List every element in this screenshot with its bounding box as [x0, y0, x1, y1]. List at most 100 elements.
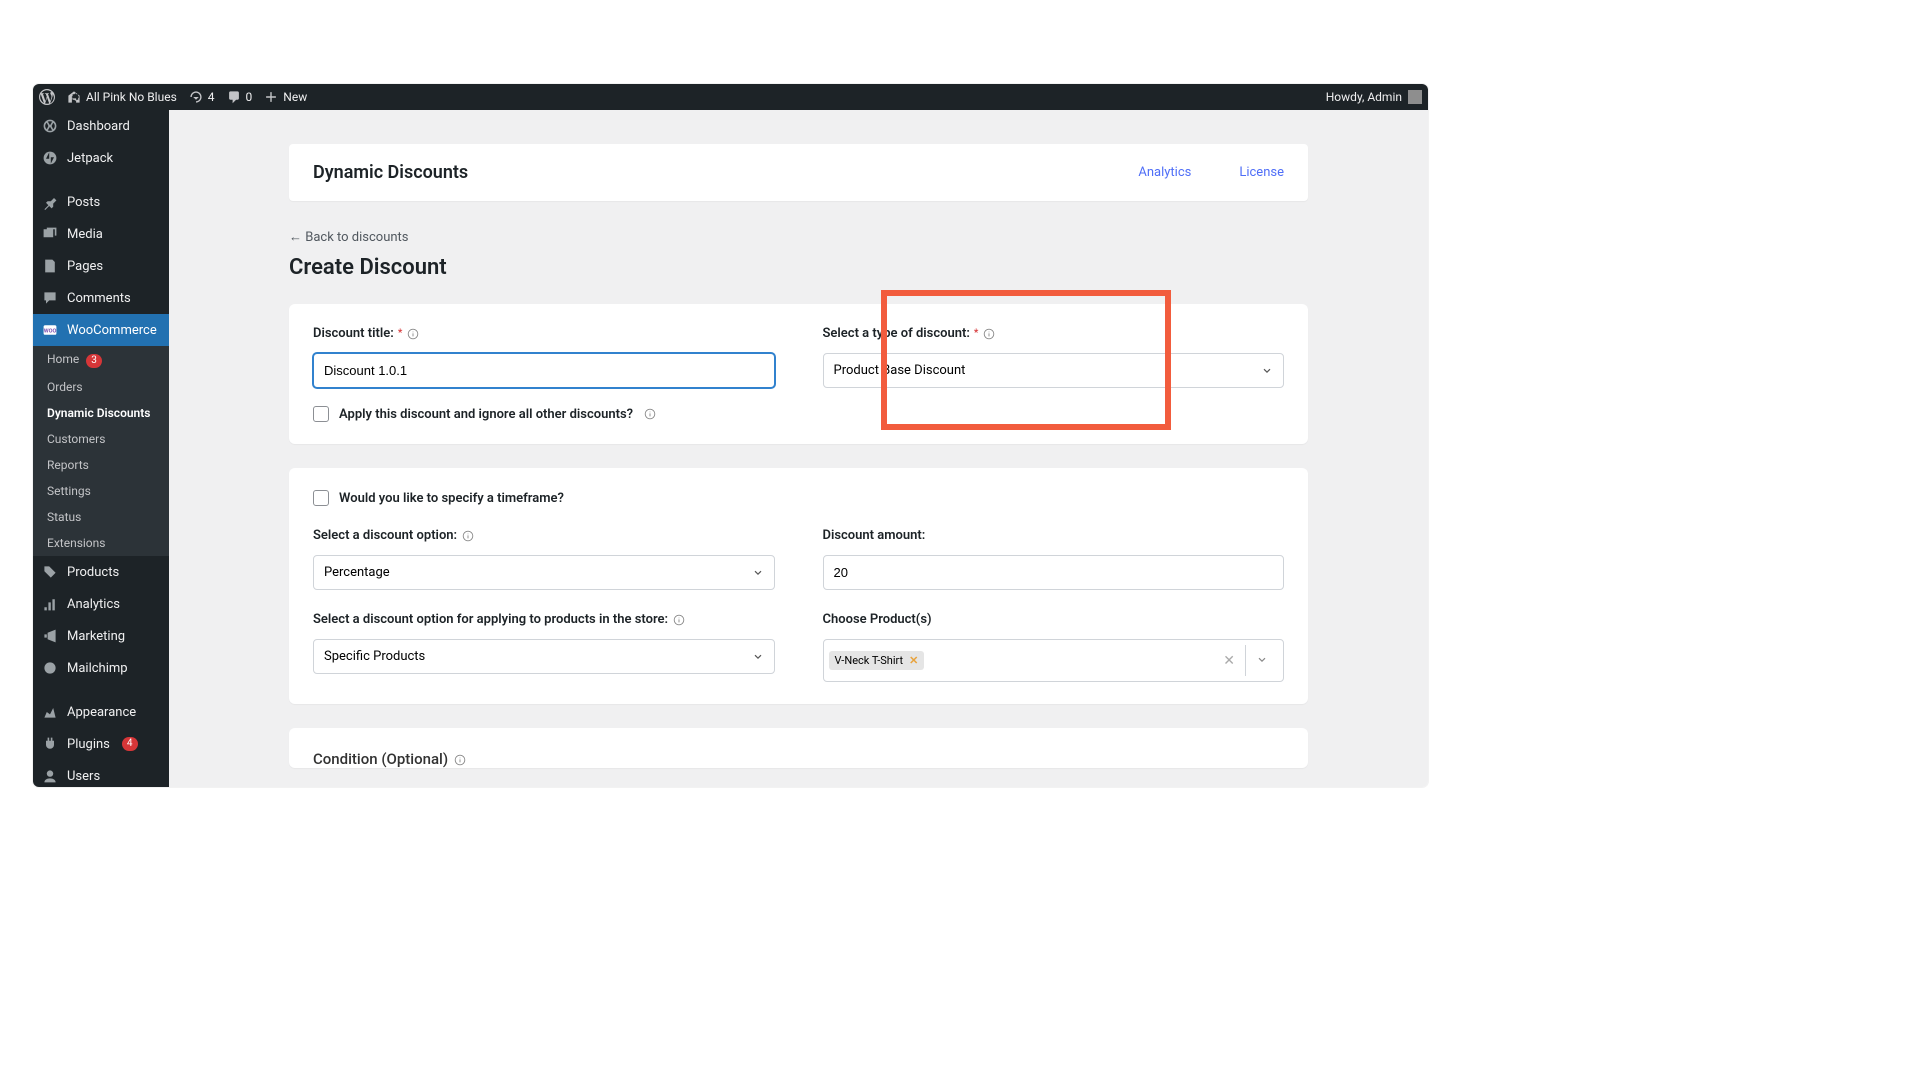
sidebar-item-label: Jetpack — [67, 151, 113, 166]
comments-count: 0 — [246, 90, 253, 104]
woocommerce-icon: WOO — [41, 321, 59, 339]
info-icon[interactable] — [454, 754, 467, 767]
sidebar-item-comments[interactable]: Comments — [33, 282, 169, 314]
sidebar-item-pages[interactable]: Pages — [33, 250, 169, 282]
sidebar-item-label: Analytics — [67, 597, 120, 612]
sidebar-sub-status[interactable]: Status — [33, 504, 169, 530]
jetpack-icon — [41, 149, 59, 167]
main-content: Dynamic Discounts Analytics License ← Ba… — [169, 110, 1428, 787]
discount-amount-input[interactable] — [823, 555, 1285, 590]
discount-title-input[interactable] — [313, 353, 775, 388]
apply-label: Select a discount option for applying to… — [313, 612, 775, 627]
required-indicator: * — [398, 328, 403, 339]
product-tag: V-Neck T-Shirt ✕ — [829, 651, 925, 670]
sidebar-sub-customers[interactable]: Customers — [33, 426, 169, 452]
sidebar-sub-label: Orders — [47, 380, 83, 394]
pages-icon — [41, 257, 59, 275]
condition-heading: Condition (Optional) — [313, 750, 1284, 768]
sidebar-item-mailchimp[interactable]: Mailchimp — [33, 652, 169, 684]
amount-label: Discount amount: — [823, 528, 1285, 543]
discount-config-panel: Would you like to specify a timeframe? S… — [289, 468, 1308, 704]
admin-bar: All Pink No Blues 4 0 New Howdy, Admin — [33, 84, 1428, 110]
apply-option-select[interactable]: Specific Products — [313, 639, 775, 674]
required-indicator: * — [974, 328, 979, 339]
sidebar-sub-settings[interactable]: Settings — [33, 478, 169, 504]
sidebar-item-woocommerce[interactable]: WOO WooCommerce — [33, 314, 169, 346]
sidebar-item-products[interactable]: Products — [33, 556, 169, 588]
howdy-text: Howdy, Admin — [1326, 90, 1402, 104]
sidebar-sub-label: Status — [47, 510, 81, 524]
wp-logo[interactable] — [39, 89, 55, 105]
option-label: Select a discount option: — [313, 528, 775, 543]
sidebar-sub-label: Home — [47, 352, 79, 366]
appearance-icon — [41, 703, 59, 721]
license-link[interactable]: License — [1239, 165, 1284, 180]
dashboard-icon — [41, 117, 59, 135]
sidebar-item-plugins[interactable]: Plugins 4 — [33, 728, 169, 760]
sidebar-item-label: Comments — [67, 291, 131, 306]
clear-all-button[interactable]: ✕ — [1213, 653, 1245, 669]
analytics-link[interactable]: Analytics — [1138, 165, 1191, 180]
home-badge: 3 — [86, 354, 102, 368]
howdy-link[interactable]: Howdy, Admin — [1326, 90, 1422, 104]
sidebar-item-analytics[interactable]: Analytics — [33, 588, 169, 620]
back-link[interactable]: ← Back to discounts — [289, 229, 409, 245]
select-value: Product Base Discount — [834, 363, 966, 378]
sidebar-sub-dynamic-discounts[interactable]: Dynamic Discounts — [33, 400, 169, 426]
sidebar-item-posts[interactable]: Posts — [33, 186, 169, 218]
sidebar-item-appearance[interactable]: Appearance — [33, 696, 169, 728]
sidebar-item-users[interactable]: Users — [33, 760, 169, 787]
discount-type-select[interactable]: Product Base Discount — [823, 353, 1285, 388]
dropdown-toggle[interactable] — [1245, 645, 1278, 676]
plugins-badge: 4 — [122, 737, 138, 751]
page-title: Create Discount — [289, 255, 1308, 280]
choose-products-label: Choose Product(s) — [823, 612, 1285, 627]
sidebar-item-dashboard[interactable]: Dashboard — [33, 110, 169, 142]
sidebar-sub-extensions[interactable]: Extensions — [33, 530, 169, 556]
marketing-icon — [41, 627, 59, 645]
info-icon[interactable] — [643, 408, 656, 421]
chevron-down-icon — [752, 651, 764, 663]
sidebar-item-media[interactable]: Media — [33, 218, 169, 250]
sidebar-item-label: Posts — [67, 195, 100, 210]
sidebar-sub-label: Reports — [47, 458, 89, 472]
users-icon — [41, 767, 59, 785]
site-name-link[interactable]: All Pink No Blues — [67, 90, 177, 104]
info-icon[interactable] — [461, 529, 474, 542]
updates-link[interactable]: 4 — [189, 90, 215, 104]
select-value: Specific Products — [324, 649, 425, 664]
site-name: All Pink No Blues — [86, 90, 177, 104]
new-label: New — [283, 90, 307, 104]
sidebar-item-label: Users — [67, 769, 100, 784]
sidebar-sub-label: Customers — [47, 432, 105, 446]
sidebar-item-label: Pages — [67, 259, 103, 274]
ignore-others-checkbox[interactable] — [313, 406, 329, 422]
sidebar-sub-reports[interactable]: Reports — [33, 452, 169, 478]
info-icon[interactable] — [406, 327, 419, 340]
sidebar-item-label: Products — [67, 565, 119, 580]
sidebar-sub-orders[interactable]: Orders — [33, 374, 169, 400]
info-icon[interactable] — [672, 613, 685, 626]
updates-count: 4 — [208, 90, 215, 104]
title-label: Discount title: * — [313, 326, 775, 341]
info-icon[interactable] — [982, 327, 995, 340]
timeframe-label: Would you like to specify a timeframe? — [339, 491, 564, 506]
sidebar-item-jetpack[interactable]: Jetpack — [33, 142, 169, 174]
timeframe-checkbox[interactable] — [313, 490, 329, 506]
sidebar-item-marketing[interactable]: Marketing — [33, 620, 169, 652]
discount-basics-panel: Discount title: * Apply this discount an… — [289, 304, 1308, 444]
sidebar-item-label: Dashboard — [67, 119, 130, 134]
new-link[interactable]: New — [264, 90, 307, 104]
products-icon — [41, 563, 59, 581]
sidebar-sub-label: Extensions — [47, 536, 105, 550]
remove-tag-button[interactable]: ✕ — [909, 654, 918, 667]
sidebar-item-label: Marketing — [67, 629, 125, 644]
sidebar-item-label: Plugins — [67, 737, 110, 752]
chevron-down-icon — [1261, 365, 1273, 377]
pin-icon — [41, 193, 59, 211]
comments-link[interactable]: 0 — [227, 90, 253, 104]
svg-text:WOO: WOO — [44, 328, 57, 334]
products-multiselect[interactable]: V-Neck T-Shirt ✕ ✕ — [823, 639, 1285, 682]
discount-option-select[interactable]: Percentage — [313, 555, 775, 590]
sidebar-sub-home[interactable]: Home 3 — [33, 346, 169, 374]
